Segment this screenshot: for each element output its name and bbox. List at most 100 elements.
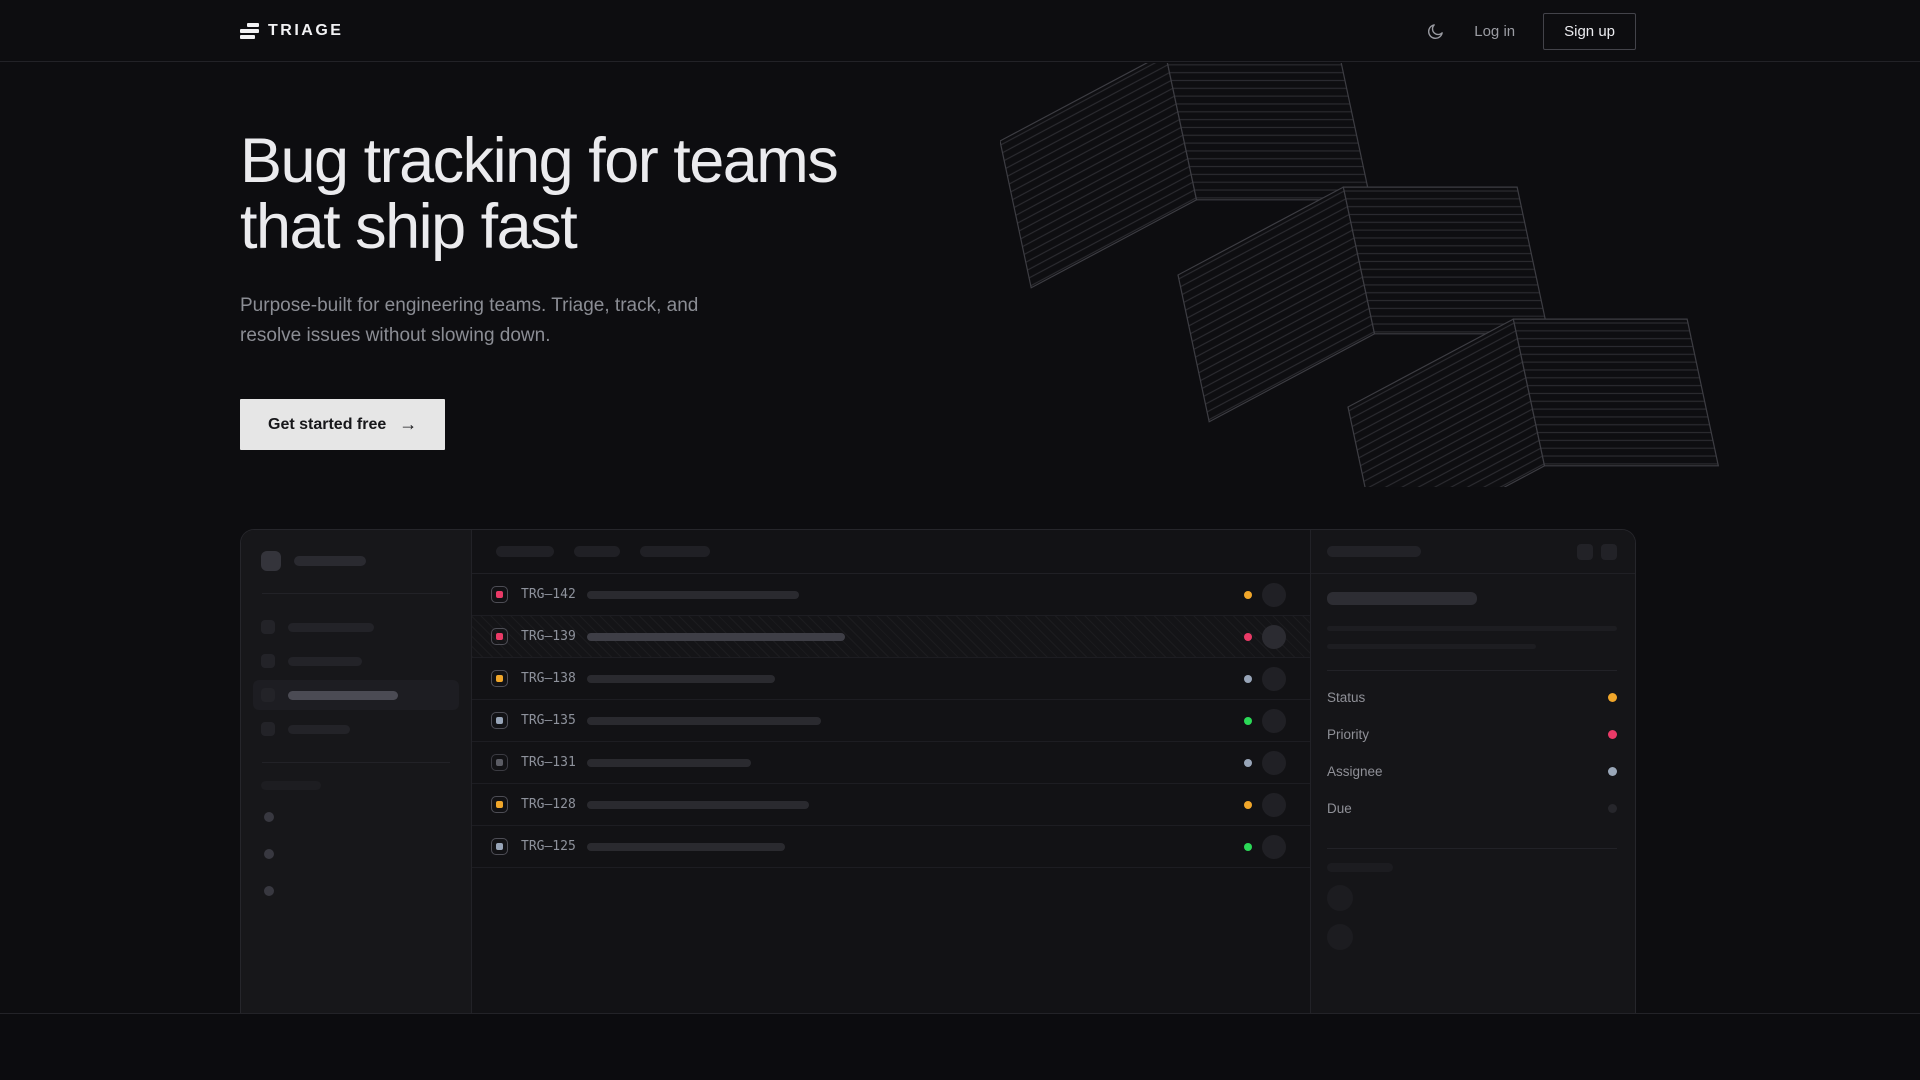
panel-field-dot	[1608, 804, 1617, 813]
list-tab-skeleton	[574, 546, 620, 557]
issue-row: TRG–138	[472, 658, 1310, 700]
workspace-name-skeleton	[294, 556, 366, 566]
sidebar-item-label-skeleton	[288, 725, 350, 734]
workspace-icon-skeleton	[261, 551, 281, 571]
sidebar-item-skeleton	[253, 714, 459, 744]
sidebar-item-skeleton	[253, 680, 459, 710]
list-tab-skeleton	[496, 546, 554, 557]
panel-field-dot	[1608, 767, 1617, 776]
issue-type-icon	[491, 586, 508, 603]
mockup-issue-list: TRG–142 TRG–139 TRG–138 TRG–135 TRG–131 TRG–1…	[472, 530, 1310, 1015]
assignee-avatar-skeleton	[1262, 709, 1286, 733]
issue-id: TRG–139	[521, 629, 587, 644]
panel-field-label: Status	[1327, 690, 1365, 705]
issue-row-right	[1244, 835, 1286, 859]
hero-subtext-line2: resolve issues without slowing down.	[240, 321, 1636, 351]
issue-title-skeleton	[587, 717, 821, 725]
issue-row-right	[1244, 751, 1286, 775]
mockup-sidebar-nav	[261, 612, 451, 744]
sidebar-item-icon-skeleton	[261, 620, 275, 634]
hero-heading: Bug tracking for teams that ship fast	[240, 62, 1636, 260]
status-dot	[1244, 759, 1252, 767]
issue-type-icon	[491, 754, 508, 771]
sidebar-section-skeleton	[261, 781, 321, 790]
issue-title-skeleton	[587, 759, 751, 767]
issue-row: TRG–128	[472, 784, 1310, 826]
issue-title-skeleton	[587, 591, 799, 599]
issue-id: TRG–135	[521, 713, 587, 728]
issue-id: TRG–128	[521, 797, 587, 812]
issue-type-icon	[491, 628, 508, 645]
status-dot	[1244, 801, 1252, 809]
issue-title-skeleton	[587, 801, 809, 809]
status-dot	[1244, 717, 1252, 725]
panel-field: Status	[1327, 679, 1617, 716]
issue-row-right	[1244, 625, 1286, 649]
hero-subtext-line1: Purpose-built for engineering teams. Tri…	[240, 291, 1636, 321]
sidebar-item-label-skeleton	[288, 691, 398, 700]
panel-field-label: Assignee	[1327, 764, 1383, 779]
mockup-list-header	[472, 530, 1310, 574]
comment-avatar-skeleton	[1327, 885, 1353, 911]
issue-type-icon	[491, 838, 508, 855]
issue-title-skeleton	[1327, 592, 1477, 605]
description-line-skeleton	[1327, 644, 1536, 649]
assignee-avatar-skeleton	[1262, 751, 1286, 775]
panel-field: Assignee	[1327, 753, 1617, 790]
mockup-sidebar	[241, 530, 472, 1015]
assignee-avatar-skeleton	[1262, 667, 1286, 691]
panel-action-icons	[1577, 544, 1617, 560]
signup-button[interactable]: Sign up	[1543, 13, 1636, 50]
sidebar-item-label-skeleton	[288, 623, 374, 632]
sidebar-dots	[261, 812, 451, 896]
mockup-detail-panel: StatusPriorityAssigneeDue	[1310, 530, 1635, 1015]
issue-row: TRG–139	[472, 616, 1310, 658]
sidebar-item-skeleton	[253, 646, 459, 676]
status-dot	[1244, 675, 1252, 683]
assignee-avatar-skeleton	[1262, 793, 1286, 817]
issue-title-skeleton	[587, 633, 845, 641]
theme-toggle-button[interactable]	[1424, 20, 1446, 42]
hero-heading-line2: that ship fast	[240, 194, 1636, 260]
issue-row: TRG–125	[472, 826, 1310, 868]
arrow-right-icon: →	[399, 414, 417, 435]
brand-logo[interactable]: TRIAGE	[240, 22, 343, 40]
triage-logo-icon	[240, 23, 259, 39]
issue-id: TRG–125	[521, 839, 587, 854]
issue-id: TRG–138	[521, 671, 587, 686]
footer	[0, 1013, 1920, 1080]
issue-row: TRG–142	[472, 574, 1310, 616]
hero-subtext: Purpose-built for engineering teams. Tri…	[240, 291, 1636, 351]
assignee-avatar-skeleton	[1262, 835, 1286, 859]
status-dot	[1244, 843, 1252, 851]
description-line-skeleton	[1327, 626, 1617, 631]
get-started-button[interactable]: Get started free →	[240, 399, 445, 450]
panel-header	[1311, 530, 1635, 574]
issue-title-skeleton	[587, 675, 775, 683]
issue-row-right	[1244, 709, 1286, 733]
login-link[interactable]: Log in	[1474, 23, 1515, 40]
sidebar-item-label-skeleton	[288, 657, 362, 666]
panel-field-dot	[1608, 693, 1617, 702]
issue-type-icon	[491, 796, 508, 813]
issue-row: TRG–135	[472, 700, 1310, 742]
hero-heading-line1: Bug tracking for teams	[240, 128, 1636, 194]
sidebar-dot-skeleton	[264, 886, 274, 896]
sidebar-dot-skeleton	[264, 812, 274, 822]
sidebar-dot-skeleton	[264, 849, 274, 859]
sidebar-item-icon-skeleton	[261, 688, 275, 702]
issue-id: TRG–142	[521, 587, 587, 602]
issue-id: TRG–131	[521, 755, 587, 770]
list-tab-skeleton	[640, 546, 710, 557]
issue-type-icon	[491, 712, 508, 729]
assignee-avatar-skeleton	[1262, 583, 1286, 607]
top-nav: TRIAGE Log in Sign up	[0, 0, 1920, 62]
app-mockup: TRG–142 TRG–139 TRG–138 TRG–135 TRG–131 TRG–1…	[240, 529, 1636, 1015]
panel-title-skeleton	[1327, 546, 1421, 557]
status-dot	[1244, 591, 1252, 599]
activity-label-skeleton	[1327, 863, 1393, 872]
panel-field-dot	[1608, 730, 1617, 739]
issue-row-right	[1244, 583, 1286, 607]
comment-avatar-skeleton	[1327, 924, 1353, 950]
panel-field-label: Due	[1327, 801, 1352, 816]
